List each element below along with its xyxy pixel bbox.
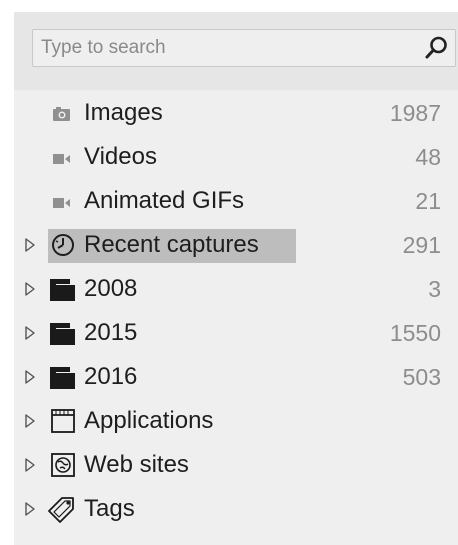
globe-icon: [51, 453, 75, 477]
video-camera-icon: [53, 154, 70, 164]
expand-triangle-icon[interactable]: [22, 457, 38, 473]
item-count: 1550: [389, 320, 441, 346]
list-item-2016[interactable]: 2016 503: [14, 355, 458, 399]
list-item-label: 2016: [84, 363, 138, 390]
list-item-label: Animated GIFs: [84, 187, 245, 214]
list-item-label: Images: [84, 99, 163, 126]
expand-triangle-icon[interactable]: [22, 281, 38, 297]
camera-icon: [53, 107, 70, 121]
list-item-label: Tags: [84, 495, 135, 522]
list-item-2008[interactable]: 2008 3: [14, 267, 458, 311]
item-count: 291: [402, 232, 441, 258]
folder-stack-icon: [50, 279, 75, 301]
expand-triangle-icon[interactable]: [22, 325, 38, 341]
list-item-web-sites[interactable]: Web sites: [14, 443, 458, 487]
item-count: 21: [415, 188, 441, 214]
expand-triangle-icon[interactable]: [22, 413, 38, 429]
library-panel: Images 1987 Videos 48 Animated GIFs 21: [14, 12, 458, 545]
list-item-animated-gifs[interactable]: Animated GIFs 21: [14, 179, 458, 223]
item-count: 1987: [389, 100, 441, 126]
item-count: 3: [428, 276, 441, 302]
list-item-tags[interactable]: Tags: [14, 487, 458, 531]
list-item-label: Recent captures: [84, 231, 259, 258]
search-input[interactable]: [41, 31, 411, 65]
list-item-applications[interactable]: Applications: [14, 399, 458, 443]
video-camera-icon: [53, 198, 70, 208]
list-item-recent-captures[interactable]: Recent captures 291: [14, 223, 458, 267]
expand-triangle-icon[interactable]: [22, 369, 38, 385]
expand-triangle-icon[interactable]: [22, 501, 38, 517]
list-item-2015[interactable]: 2015 1550: [14, 311, 458, 355]
item-count: 503: [402, 364, 441, 390]
search-box[interactable]: [32, 29, 456, 67]
list-item-label: Applications: [84, 407, 214, 434]
tag-icon: [48, 497, 74, 523]
list-item-label: 2008: [84, 275, 138, 302]
list-item-images[interactable]: Images 1987: [14, 91, 458, 135]
clock-icon: [52, 234, 74, 256]
folder-stack-icon: [50, 323, 75, 345]
search-icon[interactable]: [423, 34, 451, 62]
search-area: [14, 12, 458, 90]
item-count: 48: [415, 144, 441, 170]
list-item-videos[interactable]: Videos 48: [14, 135, 458, 179]
list-item-label: Web sites: [84, 451, 189, 478]
folder-stack-icon: [50, 367, 75, 389]
list-item-label: Videos: [84, 143, 157, 170]
window-icon: [51, 409, 75, 433]
list-item-label: 2015: [84, 319, 138, 346]
expand-triangle-icon[interactable]: [22, 237, 38, 253]
